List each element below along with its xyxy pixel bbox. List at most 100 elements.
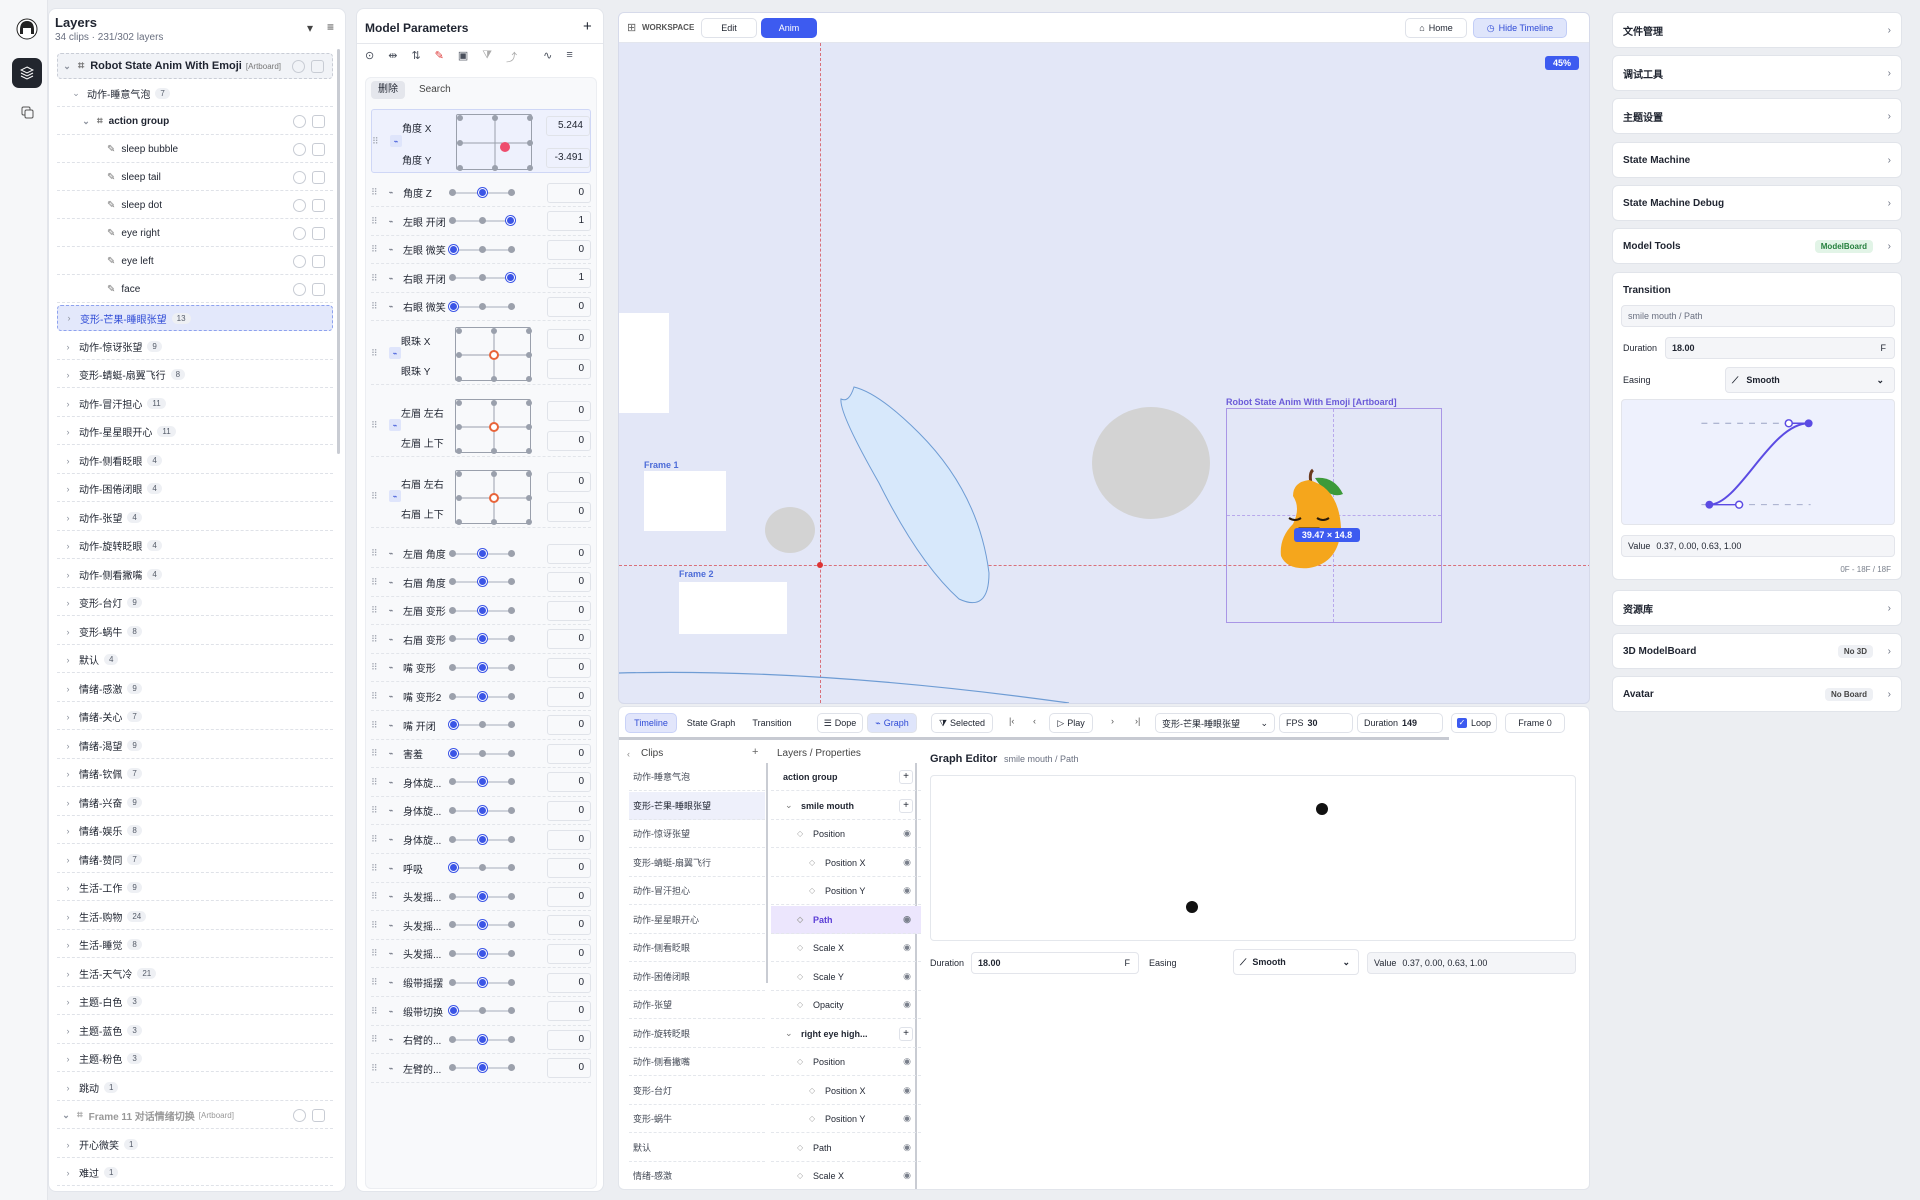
param-value[interactable]: 0	[547, 829, 591, 850]
param-row[interactable]: ⠿ ⌁ 角度 Z 0	[371, 179, 591, 207]
pad-value-a[interactable]: 0	[547, 401, 591, 421]
drag-handle-icon[interactable]: ⠿	[372, 136, 382, 147]
selected-filter-button[interactable]: ⧩ Selected	[931, 713, 993, 733]
property-row[interactable]: ◇ Position Y ◉	[771, 1105, 921, 1133]
key-icon[interactable]: ⌁	[385, 244, 397, 256]
chevron-right-icon[interactable]: ›	[63, 855, 73, 865]
drag-handle-icon[interactable]: ⠿	[371, 805, 381, 816]
key-icon[interactable]: ⌁	[385, 834, 397, 846]
keyframe-handle-start[interactable]	[1186, 901, 1198, 913]
chevron-right-icon[interactable]: ›	[63, 370, 73, 380]
tab-delete[interactable]: 删除	[371, 81, 405, 99]
property-row[interactable]: ◇ Position X ◉	[771, 1077, 921, 1105]
slider-knob[interactable]	[506, 273, 515, 283]
home-button[interactable]: ⌂ Home	[1405, 18, 1467, 38]
param-row[interactable]: ⠿ ⌁ 左臂的... 0	[371, 1055, 591, 1083]
param-value[interactable]: 0	[547, 686, 591, 707]
eye-icon[interactable]: ◉	[903, 914, 911, 925]
chevron-right-icon[interactable]: ›	[63, 427, 73, 437]
tab-search[interactable]: Search	[419, 81, 451, 99]
graph-easing-select[interactable]: ⟋ Smooth ⌄	[1233, 949, 1359, 975]
drag-handle-icon[interactable]: ⠿	[371, 720, 381, 731]
chevron-right-icon[interactable]: ›	[63, 684, 73, 694]
key-icon[interactable]: ⌁	[385, 862, 397, 874]
keyframe-diamond-icon[interactable]: ◇	[809, 886, 819, 895]
anim-mode-button[interactable]: Anim	[761, 18, 817, 38]
property-row[interactable]: ⌄ right eye high... +	[771, 1020, 921, 1048]
clip-row[interactable]: › 变形-蜗牛 8	[57, 619, 333, 645]
slider-knob[interactable]	[477, 548, 487, 558]
param-value[interactable]: 0	[547, 629, 591, 650]
transition-easing-select[interactable]: ⟋ Smooth ⌄	[1725, 367, 1895, 393]
lock-icon[interactable]	[312, 115, 325, 128]
transition-path-field[interactable]: smile mouth / Path	[1621, 305, 1895, 327]
keyframe-diamond-icon[interactable]: ◇	[809, 1114, 819, 1123]
slider-knob[interactable]	[449, 244, 458, 254]
key-icon[interactable]: ⌁	[385, 272, 397, 284]
chevron-right-icon[interactable]: ›	[63, 940, 73, 950]
clip-row[interactable]: › 主题-白色 3	[57, 989, 333, 1015]
param-value[interactable]: 0	[547, 772, 591, 793]
param-slider[interactable]	[449, 1062, 515, 1074]
eye-icon[interactable]: ◉	[903, 857, 911, 868]
settings-card[interactable]: 调试工具 ›	[1612, 55, 1902, 91]
eye-icon[interactable]	[293, 199, 306, 212]
chevron-right-icon[interactable]: ›	[63, 798, 73, 808]
zoom-badge[interactable]: 45%	[1545, 56, 1579, 70]
clip-row[interactable]: › 难过 1	[57, 1160, 333, 1186]
large-circle-shape[interactable]	[1092, 407, 1210, 519]
eye-icon[interactable]	[292, 60, 305, 73]
param-slider[interactable]	[449, 215, 515, 227]
slider-knob[interactable]	[477, 1063, 487, 1073]
lock-icon[interactable]	[312, 143, 325, 156]
clip-row[interactable]: › 变形-台灯 9	[57, 590, 333, 616]
menu-icon[interactable]: ≡	[566, 49, 572, 65]
prev-frame-icon[interactable]: ‹	[1033, 716, 1036, 726]
slider-knob[interactable]	[477, 662, 487, 672]
clip-row[interactable]: › 情绪-兴奋 9	[57, 790, 333, 816]
settings-card[interactable]: 文件管理 ›	[1612, 12, 1902, 48]
clip-row[interactable]: › 动作-冒汗担心 11	[57, 391, 333, 417]
slider-knob[interactable]	[506, 216, 515, 226]
clip-row[interactable]: › 动作-侧看撇嘴 4	[57, 562, 333, 588]
key-icon[interactable]: ⌁	[385, 633, 397, 645]
keyframe-diamond-icon[interactable]: ◇	[797, 915, 807, 924]
eye-icon[interactable]: ◉	[903, 1170, 911, 1181]
clip-list-item[interactable]: 变形-台灯	[629, 1077, 765, 1105]
chevron-right-icon[interactable]: ›	[63, 769, 73, 779]
property-row[interactable]: ◇ Position Y ◉	[771, 877, 921, 905]
mirror-h-icon[interactable]: ⇹	[388, 49, 397, 65]
chevron-right-icon[interactable]: ›	[63, 712, 73, 722]
property-row[interactable]: ⌄ smile mouth +	[771, 792, 921, 820]
keyframe-diamond-icon[interactable]: ◇	[809, 1086, 819, 1095]
keyframe-diamond-icon[interactable]: ◇	[797, 829, 807, 838]
param-pad-row[interactable]: ⠿ ⌁ 角度 X 角度 Y 5.244 -3.491	[371, 109, 591, 173]
keyframe-diamond-icon[interactable]: ◇	[797, 943, 807, 952]
eye-icon[interactable]	[293, 143, 306, 156]
layer-child-row[interactable]: ✎ eye right	[57, 221, 333, 247]
play-circle-icon[interactable]: ⊙	[365, 49, 374, 65]
param-value[interactable]: 0	[547, 600, 591, 621]
next-frame-icon[interactable]: ›	[1111, 716, 1114, 726]
param-slider[interactable]	[449, 862, 515, 874]
drag-handle-icon[interactable]: ⠿	[371, 634, 381, 645]
slider-knob[interactable]	[449, 748, 458, 758]
param-slider[interactable]	[449, 805, 515, 817]
drag-handle-icon[interactable]: ⠿	[371, 605, 381, 616]
clip-row[interactable]: › 生活-工作 9	[57, 875, 333, 901]
leaf-shape[interactable]	[819, 373, 1019, 613]
param-row[interactable]: ⠿ ⌁ 右眉 角度 0	[371, 569, 591, 597]
drag-handle-icon[interactable]: ⠿	[371, 1034, 381, 1045]
param-row[interactable]: ⠿ ⌁ 呼吸 0	[371, 855, 591, 883]
eye-icon[interactable]: ◉	[903, 1056, 911, 1067]
drag-handle-icon[interactable]: ⠿	[371, 748, 381, 759]
layer-child-row[interactable]: ✎ eye left	[57, 249, 333, 275]
drag-handle-icon[interactable]: ⠿	[371, 977, 381, 988]
xy-pad[interactable]	[455, 470, 532, 525]
key-icon[interactable]: ⌁	[385, 776, 397, 788]
param-slider[interactable]	[449, 834, 515, 846]
chevron-down-icon[interactable]: ⌄	[61, 1110, 71, 1121]
param-slider[interactable]	[449, 776, 515, 788]
clip-list-item[interactable]: 动作-惊讶张望	[629, 820, 765, 848]
small-circle-shape[interactable]	[765, 507, 815, 553]
